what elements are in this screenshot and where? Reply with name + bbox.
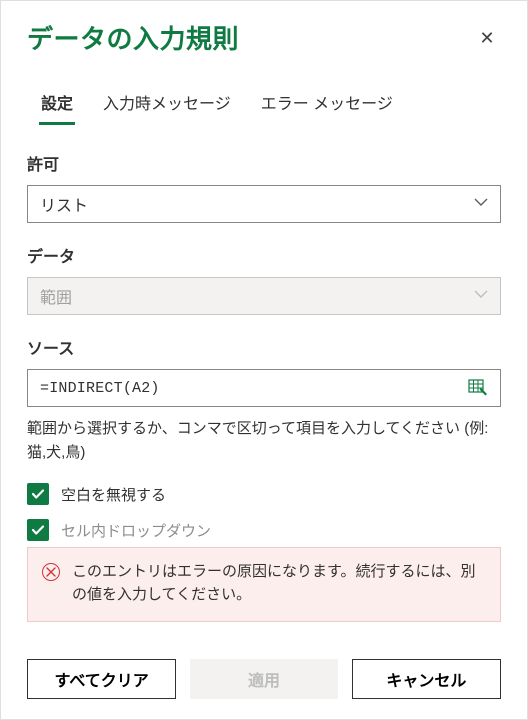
- tab-error-message[interactable]: エラー メッセージ: [259, 84, 395, 124]
- source-hint: 範囲から選択するか、コンマで区切って項目を入力してください (例: 猫,犬,鳥): [27, 417, 501, 465]
- clear-all-button[interactable]: すべてクリア: [27, 659, 176, 699]
- apply-button: 適用: [190, 659, 337, 699]
- data-select: 範囲: [27, 277, 501, 315]
- tab-strip: 設定 入力時メッセージ エラー メッセージ: [27, 84, 501, 125]
- error-icon: [42, 563, 60, 581]
- ignore-blank-label: 空白を無視する: [61, 484, 166, 505]
- error-banner-text: このエントリはエラーの原因になります。続行するには、別の値を入力してください。: [72, 560, 484, 607]
- pane-header: データの入力規則 ✕: [27, 19, 501, 56]
- chevron-down-icon: [474, 287, 488, 306]
- tab-settings[interactable]: 設定: [39, 84, 75, 124]
- source-input[interactable]: =INDIRECT(A2): [27, 369, 501, 407]
- data-validation-pane: データの入力規則 ✕ 設定 入力時メッセージ エラー メッセージ 許可 リスト …: [1, 1, 527, 719]
- allow-label: 許可: [27, 151, 501, 175]
- data-select-value: 範囲: [40, 284, 72, 308]
- allow-select[interactable]: リスト: [27, 185, 501, 223]
- chevron-down-icon: [474, 195, 488, 214]
- in-cell-dropdown-checkbox[interactable]: [27, 519, 49, 541]
- ignore-blank-checkbox[interactable]: [27, 483, 49, 505]
- footer: すべてクリア 適用 キャンセル: [27, 659, 501, 699]
- cancel-button[interactable]: キャンセル: [352, 659, 501, 699]
- ignore-blank-row[interactable]: 空白を無視する: [27, 483, 501, 505]
- in-cell-dropdown-row[interactable]: セル内ドロップダウン: [27, 519, 501, 541]
- error-banner: このエントリはエラーの原因になります。続行するには、別の値を入力してください。: [27, 547, 501, 622]
- source-input-value: =INDIRECT(A2): [40, 380, 160, 397]
- pane-title: データの入力規則: [27, 19, 239, 56]
- allow-select-value: リスト: [40, 192, 88, 216]
- source-label: ソース: [27, 335, 501, 359]
- data-label: データ: [27, 243, 501, 267]
- range-selector-icon[interactable]: [468, 379, 488, 397]
- close-button[interactable]: ✕: [473, 24, 501, 52]
- tab-input-message[interactable]: 入力時メッセージ: [101, 84, 233, 124]
- in-cell-dropdown-label: セル内ドロップダウン: [61, 520, 211, 541]
